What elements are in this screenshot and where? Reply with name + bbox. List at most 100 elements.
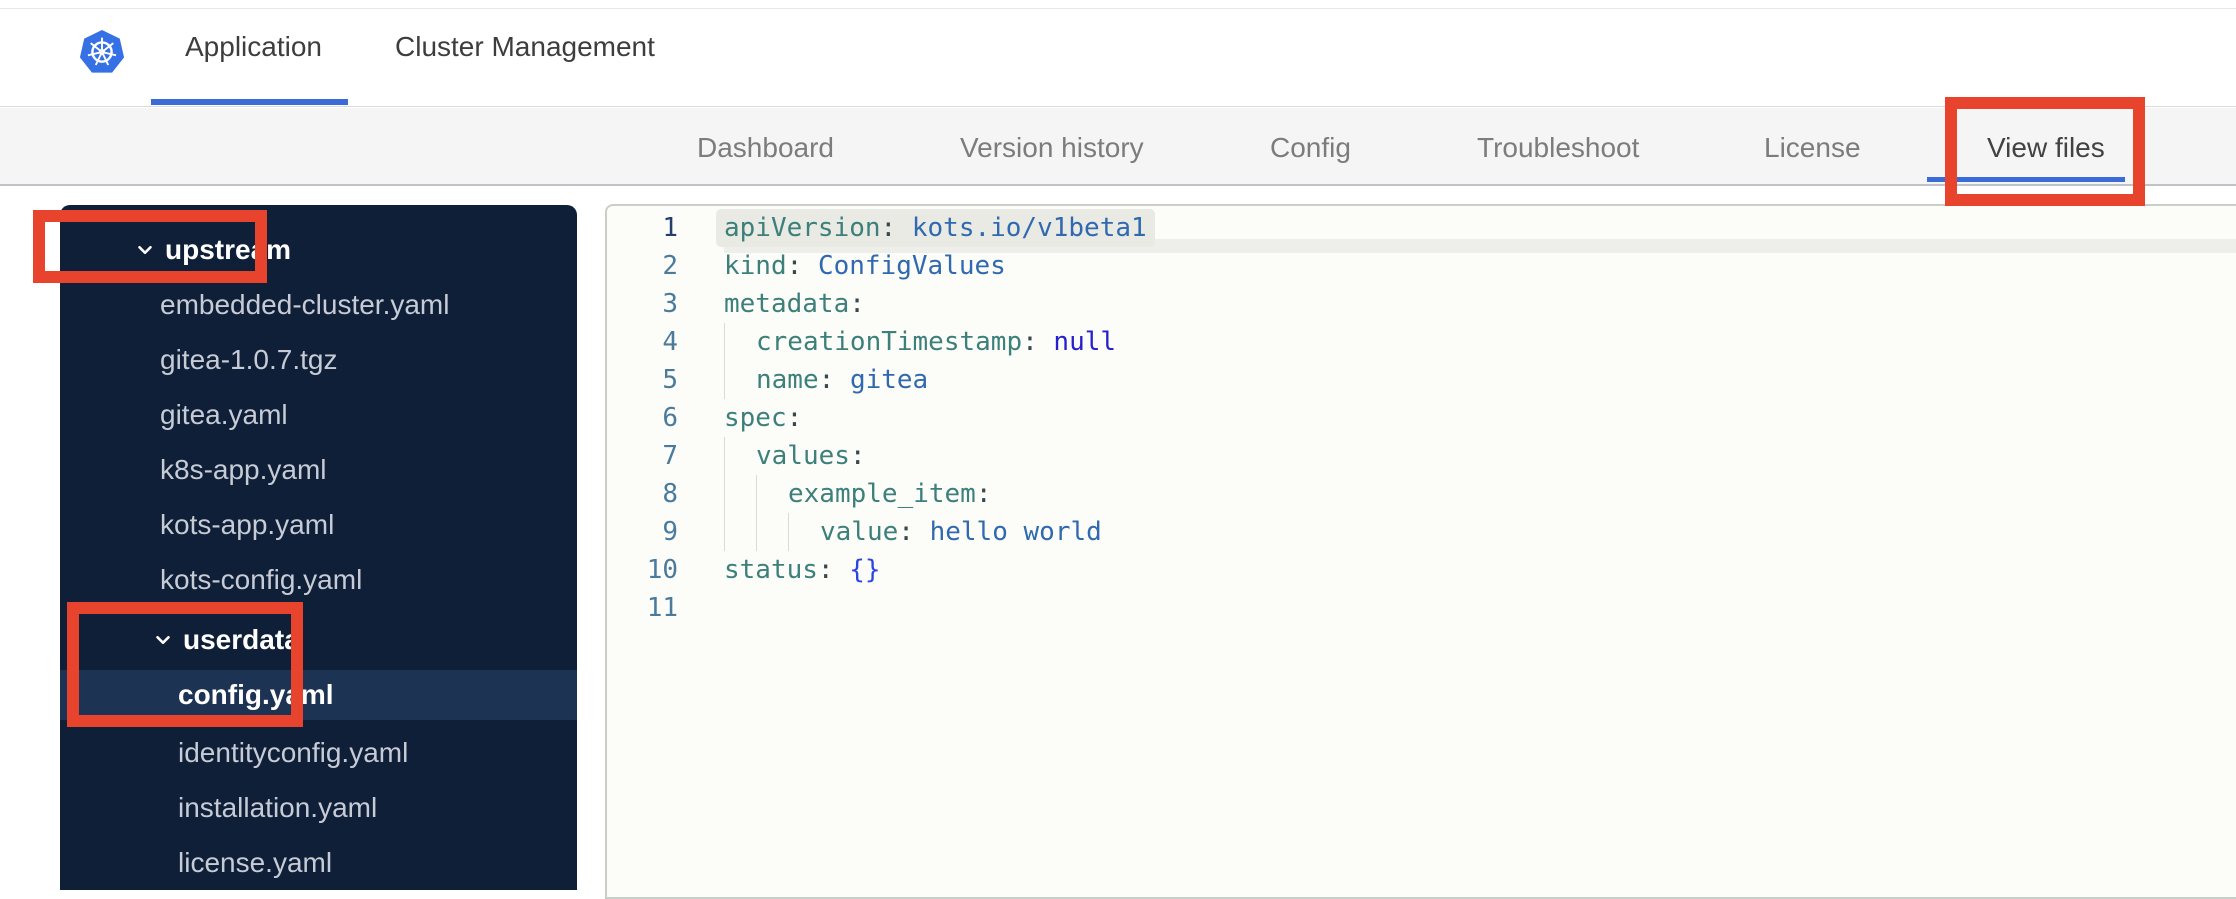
subnav: Dashboard Version history Config Troublesho…: [0, 108, 2236, 186]
code-text: creationTimestamp: null: [756, 323, 1116, 361]
sidebar-file-gitea-yaml[interactable]: gitea.yaml: [60, 395, 577, 435]
code-line: 4 creationTimestamp: null: [607, 323, 2236, 361]
sidebar-folder-userdata[interactable]: userdata: [60, 620, 577, 660]
file-label: embedded-cluster.yaml: [160, 289, 450, 320]
chevron-down-icon: [152, 629, 174, 651]
token-punct: :: [975, 479, 992, 509]
token-key: example_item: [788, 479, 976, 509]
kubernetes-logo-icon[interactable]: [78, 29, 126, 77]
indent-guide: [724, 437, 756, 475]
file-label: kots-app.yaml: [160, 509, 335, 540]
active-tab-underline: [151, 99, 348, 105]
line-number: 10: [646, 555, 678, 585]
code-text: value: hello world: [820, 513, 1102, 551]
file-label: config.yaml: [178, 679, 334, 710]
sidebar-file-installation-yaml[interactable]: installation.yaml: [60, 788, 577, 828]
active-subnav-underline: [1927, 177, 2125, 182]
folder-label: userdata: [183, 624, 300, 655]
chevron-down-icon: [134, 239, 156, 261]
code-text: metadata:: [724, 285, 865, 323]
line-number: 8: [662, 479, 678, 509]
tab-application[interactable]: Application: [185, 31, 322, 63]
token-punct: :: [880, 213, 912, 243]
file-label: gitea-1.0.7.tgz: [160, 344, 338, 375]
token-key: status: [724, 555, 818, 585]
line-number: 2: [662, 251, 678, 281]
token-punct: :: [1022, 327, 1054, 357]
sidebar-file-gitea-1-0-7-tgz[interactable]: gitea-1.0.7.tgz: [60, 340, 577, 380]
subnav-tab-config[interactable]: Config: [1270, 132, 1351, 164]
sidebar-file-kots-config-yaml[interactable]: kots-config.yaml: [60, 560, 577, 600]
token-punct: :: [818, 365, 850, 395]
code-line: 6 spec:: [607, 399, 2236, 437]
code-line: 5 name: gitea: [607, 361, 2236, 399]
token-punct: :: [849, 289, 865, 319]
token-key: kind: [724, 251, 787, 281]
file-label: installation.yaml: [178, 792, 378, 823]
file-label: kots-config.yaml: [160, 564, 363, 595]
sidebar-file-config-yaml[interactable]: config.yaml: [60, 670, 577, 720]
token-key: name: [756, 365, 819, 395]
indent-guide: [756, 513, 788, 551]
code-line: 11: [607, 589, 2236, 627]
token-key: apiVersion: [724, 213, 881, 243]
indent-guide: [724, 475, 756, 513]
indent-guide: [724, 323, 756, 361]
code-text: status: {}: [724, 551, 881, 589]
file-label: license.yaml: [178, 847, 333, 878]
token-punct: :: [786, 403, 803, 433]
tab-cluster-management[interactable]: Cluster Management: [395, 31, 655, 63]
line-number: 4: [662, 327, 678, 357]
sidebar-file-license-yaml[interactable]: license.yaml: [60, 843, 577, 883]
code-text: example_item:: [788, 475, 992, 513]
code-text: kind: ConfigValues: [724, 247, 1006, 285]
line-number: 6: [662, 403, 678, 433]
app-header: Application Cluster Management: [0, 9, 2236, 107]
token-key: spec: [724, 403, 787, 433]
token-key: value: [820, 517, 899, 547]
file-tree-sidebar: upstream embedded-cluster.yaml gitea-1.0.7…: [60, 205, 577, 890]
line-number: 7: [662, 441, 678, 471]
code-line: 1 apiVersion: kots.io/v1beta1: [607, 209, 2236, 253]
code-text: spec:: [724, 399, 802, 437]
token-punct: :: [786, 251, 818, 281]
code-line: 8 example_item:: [607, 475, 2236, 513]
code-line: 2 kind: ConfigValues: [607, 247, 2236, 285]
line-number: 11: [646, 593, 678, 623]
token-val: kots.io/v1beta1: [911, 213, 1147, 243]
file-label: gitea.yaml: [160, 399, 288, 430]
file-content-editor[interactable]: 1 apiVersion: kots.io/v1beta1 2 kind: Confi…: [605, 204, 2236, 899]
token-brace: {}: [849, 555, 881, 585]
token-key: values: [756, 441, 850, 471]
code-line: 3 metadata:: [607, 285, 2236, 323]
subnav-tab-troubleshoot[interactable]: Troubleshoot: [1477, 132, 1639, 164]
token-key: creationTimestamp: [756, 327, 1023, 357]
subnav-tab-dashboard[interactable]: Dashboard: [697, 132, 834, 164]
subnav-tab-license[interactable]: License: [1764, 132, 1861, 164]
token-val: ConfigValues: [817, 251, 1006, 281]
indent-guide: [724, 513, 756, 551]
token-val: hello world: [929, 517, 1102, 547]
token-atom: null: [1053, 327, 1117, 357]
token-punct: :: [817, 555, 850, 585]
file-label: identityconfig.yaml: [178, 737, 409, 768]
code-line: 10 status: {}: [607, 551, 2236, 589]
sidebar-file-identityconfig-yaml[interactable]: identityconfig.yaml: [60, 733, 577, 773]
sidebar-file-embedded-cluster-yaml[interactable]: embedded-cluster.yaml: [60, 285, 577, 325]
token-val: gitea: [849, 365, 929, 395]
code-line: 9 value: hello world: [607, 513, 2236, 551]
sidebar-file-kots-app-yaml[interactable]: kots-app.yaml: [60, 505, 577, 545]
code-line: 7 values:: [607, 437, 2236, 475]
token-punct: :: [898, 517, 930, 547]
code-text: values:: [756, 437, 866, 475]
sidebar-folder-upstream[interactable]: upstream: [60, 230, 577, 270]
sidebar-file-k8s-app-yaml[interactable]: k8s-app.yaml: [60, 450, 577, 490]
line-number: 5: [662, 365, 678, 395]
code-text: name: gitea: [756, 361, 928, 399]
code-text: apiVersion: kots.io/v1beta1: [716, 209, 1155, 247]
subnav-tab-view-files[interactable]: View files: [1987, 132, 2105, 164]
indent-guide: [756, 475, 788, 513]
subnav-tab-version-history[interactable]: Version history: [960, 132, 1144, 164]
file-label: k8s-app.yaml: [160, 454, 327, 485]
line-number: 9: [662, 517, 678, 547]
